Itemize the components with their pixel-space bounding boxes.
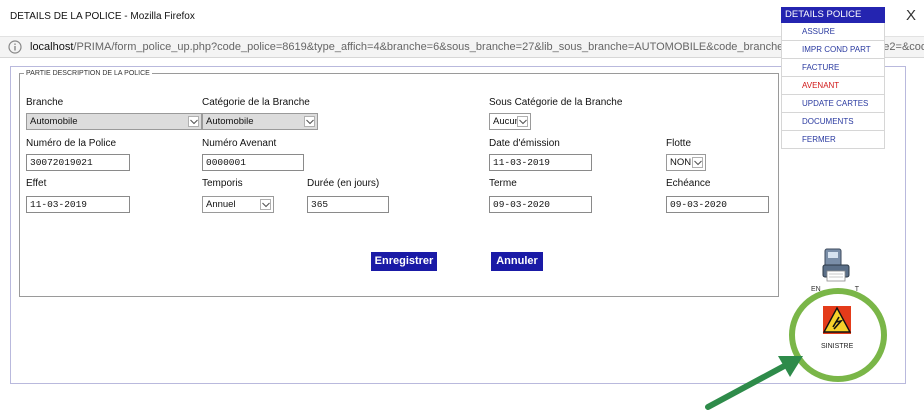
print-label-start: EN — [811, 286, 821, 293]
printer-icon[interactable] — [819, 247, 853, 283]
temporis-label: Temporis — [202, 178, 243, 189]
duree-field[interactable]: 365 — [307, 196, 389, 213]
chevron-down-icon — [188, 116, 199, 127]
details-police-menu: DETAILS POLICE ASSURE IMPR COND PART FAC… — [781, 7, 885, 149]
url-host: localhost — [30, 41, 74, 53]
effet-field[interactable]: 11-03-2019 — [26, 196, 130, 213]
terme-label: Terme — [489, 178, 517, 189]
menu-item-facture[interactable]: FACTURE — [781, 59, 885, 77]
save-button[interactable]: Enregistrer — [371, 252, 437, 271]
chevron-down-icon — [692, 157, 703, 168]
categorie-label: Catégorie de la Branche — [202, 97, 310, 108]
chevron-down-icon — [260, 199, 271, 210]
cancel-button[interactable]: Annuler — [491, 252, 543, 271]
branche-select-value: Automobile — [30, 116, 78, 127]
info-lock-icon[interactable] — [8, 40, 22, 54]
temporis-select-value: Annuel — [206, 199, 236, 210]
branche-select[interactable]: Automobile — [26, 113, 202, 130]
menu-item-assure[interactable]: ASSURE — [781, 23, 885, 41]
duree-label: Durée (en jours) — [307, 178, 380, 189]
warning-icon[interactable] — [822, 305, 852, 335]
flotte-select-value: NON — [670, 157, 692, 168]
menu-item-documents[interactable]: DOCUMENTS — [781, 113, 885, 131]
sous-categorie-select-value: Aucun — [493, 116, 520, 127]
menu-header: DETAILS POLICE — [781, 7, 885, 23]
close-icon[interactable]: X — [906, 8, 916, 23]
branche-label: Branche — [26, 97, 64, 108]
categorie-select[interactable]: Automobile — [202, 113, 318, 130]
print-label: EN T — [811, 286, 871, 293]
menu-item-update-cartes[interactable]: UPDATE CARTES — [781, 95, 885, 113]
chevron-down-icon — [304, 116, 315, 127]
date-emission-field[interactable]: 11-03-2019 — [489, 154, 592, 171]
menu-item-fermer[interactable]: FERMER — [781, 131, 885, 149]
page-content: PARTIE DESCRIPTION DE LA POLICE Branche … — [10, 66, 906, 384]
numero-avenant-label: Numéro Avenant — [202, 138, 277, 149]
menu-item-avenant[interactable]: AVENANT — [781, 77, 885, 95]
echeance-field[interactable]: 09-03-2020 — [666, 196, 769, 213]
date-emission-label: Date d'émission — [489, 138, 560, 149]
menu-item-impr-cond-part[interactable]: IMPR COND PART — [781, 41, 885, 59]
numero-avenant-field[interactable]: 0000001 — [202, 154, 304, 171]
echeance-label: Echéance — [666, 178, 711, 189]
categorie-select-value: Automobile — [206, 116, 254, 127]
sous-categorie-select[interactable]: Aucun — [489, 113, 531, 130]
numero-police-label: Numéro de la Police — [26, 138, 117, 149]
fieldset-legend: PARTIE DESCRIPTION DE LA POLICE — [26, 70, 150, 77]
effet-label: Effet — [26, 178, 47, 189]
chevron-down-icon — [517, 116, 528, 127]
numero-police-field[interactable]: 30072019021 — [26, 154, 130, 171]
sous-categorie-label: Sous Catégorie de la Branche — [489, 97, 623, 108]
temporis-select[interactable]: Annuel — [202, 196, 274, 213]
terme-field[interactable]: 09-03-2020 — [489, 196, 592, 213]
flotte-label: Flotte — [666, 138, 692, 149]
window-title: DETAILS DE LA POLICE - Mozilla Firefox — [10, 11, 195, 22]
print-label-end: T — [854, 286, 860, 293]
flotte-select[interactable]: NON — [666, 154, 706, 171]
sinistre-label[interactable]: SINISTRE — [821, 343, 853, 350]
